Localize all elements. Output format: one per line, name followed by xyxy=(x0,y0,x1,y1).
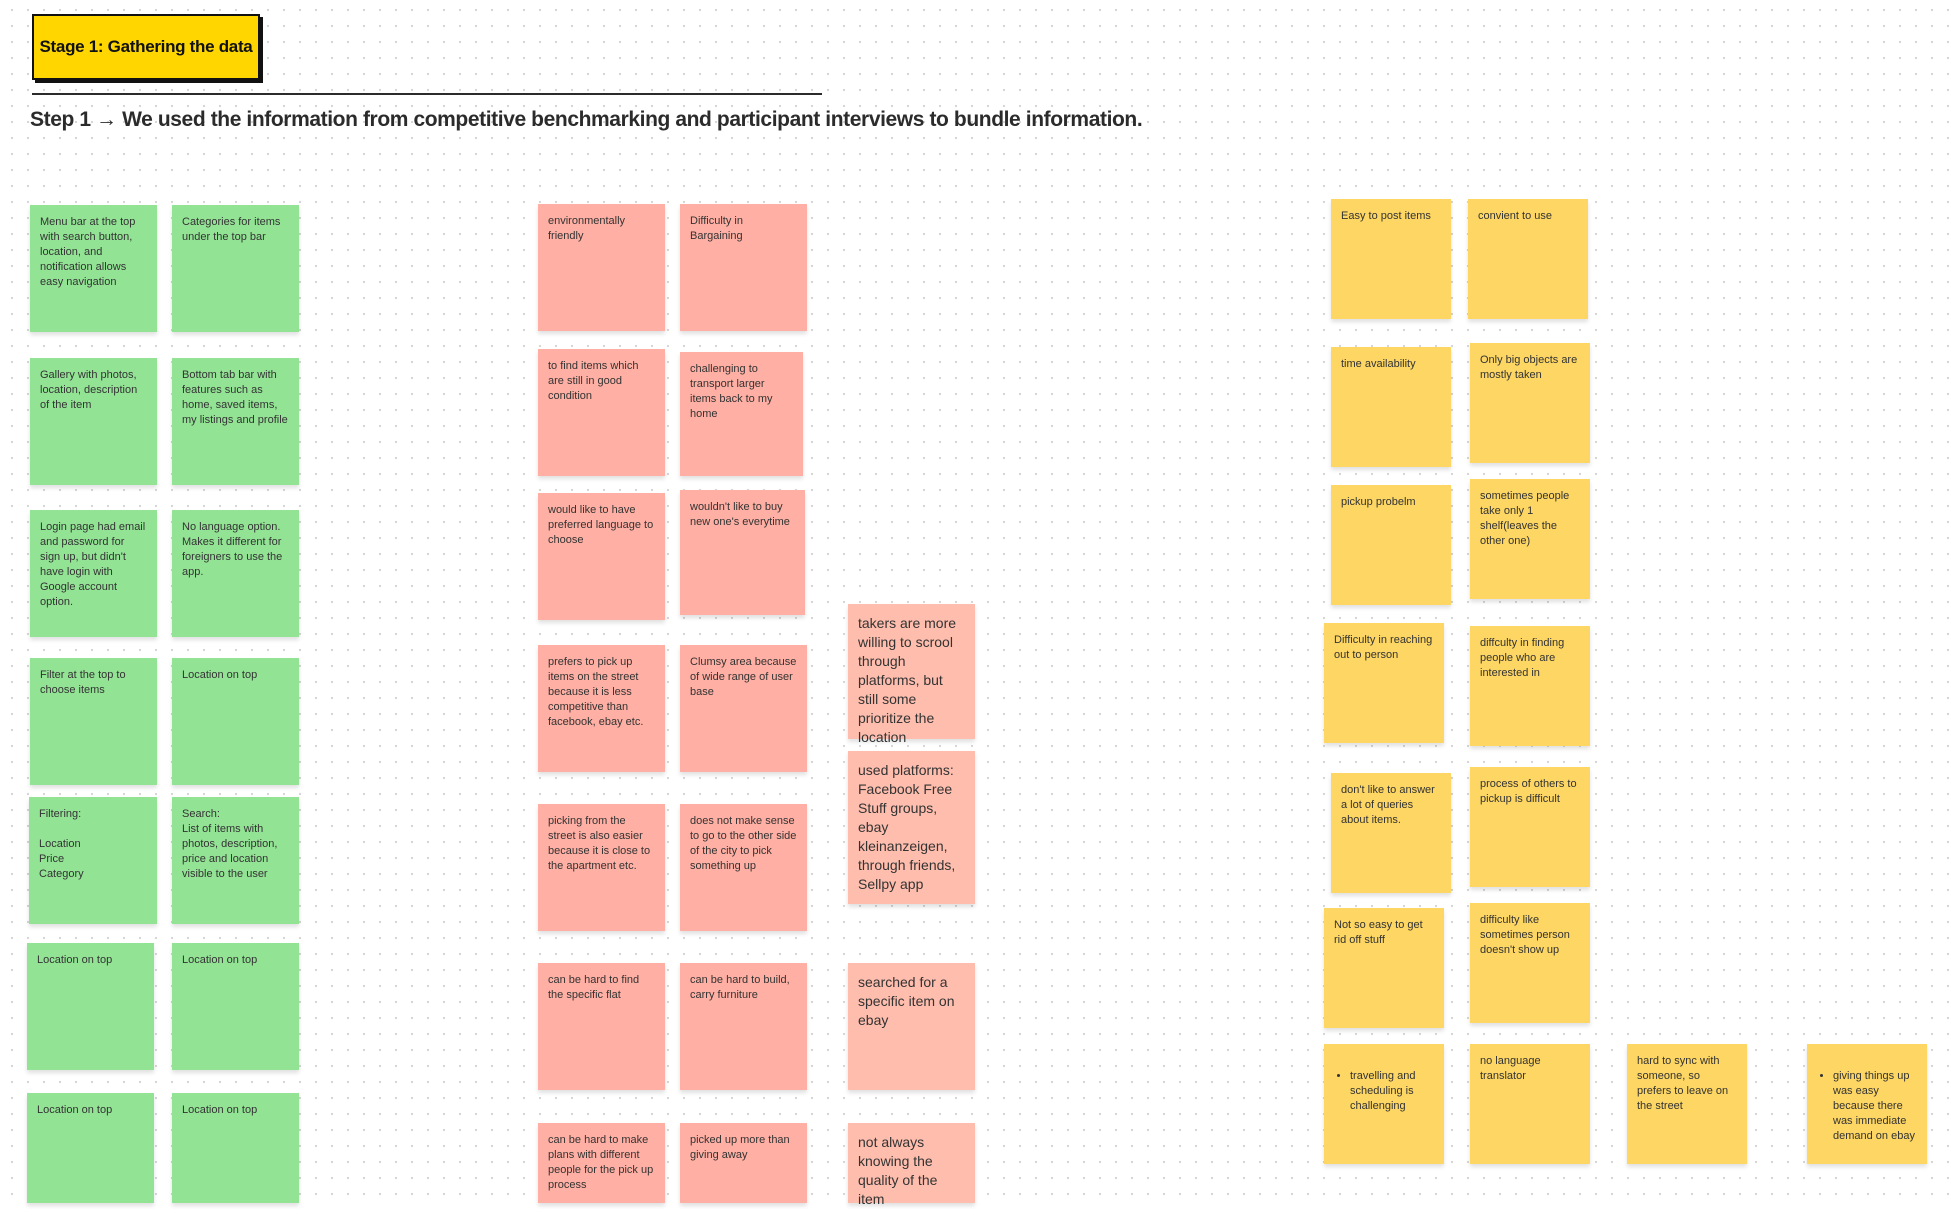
sticky-note-red[interactable]: can be hard to make plans with different… xyxy=(538,1123,665,1203)
sticky-note-yellow[interactable]: Not so easy to get rid off stuff xyxy=(1324,908,1444,1028)
sticky-note-green[interactable]: Search: List of items with photos, descr… xyxy=(172,797,299,924)
sticky-note-red[interactable]: Clumsy area because of wide range of use… xyxy=(680,645,807,772)
step-heading: Step 1 → We used the information from co… xyxy=(30,108,1143,131)
sticky-note-red[interactable]: prefers to pick up items on the street b… xyxy=(538,645,665,772)
sticky-note-yellow[interactable]: Only big objects are mostly taken xyxy=(1470,343,1590,463)
bullet-list: travelling and scheduling is challenging xyxy=(1334,1069,1434,1114)
bullet-list: giving things up was easy because there … xyxy=(1817,1069,1917,1144)
sticky-note-yellow[interactable]: no language translator xyxy=(1470,1044,1590,1164)
sticky-note-yellow[interactable]: don't like to answer a lot of queries ab… xyxy=(1331,773,1451,893)
sticky-note-red[interactable]: wouldn't like to buy new one's everytime xyxy=(680,490,805,615)
sticky-note-yellow[interactable]: travelling and scheduling is challenging xyxy=(1324,1044,1444,1164)
sticky-note-salmon[interactable]: not always knowing the quality of the it… xyxy=(848,1123,975,1207)
stage-title: Stage 1: Gathering the data xyxy=(39,37,253,56)
bullet-item: giving things up was easy because there … xyxy=(1833,1069,1917,1144)
sticky-note-red[interactable]: challenging to transport larger items ba… xyxy=(680,352,803,476)
sticky-note-red[interactable]: environmentally friendly xyxy=(538,204,665,331)
sticky-note-green[interactable]: Location on top xyxy=(27,943,154,1070)
sticky-note-yellow[interactable]: Easy to post items xyxy=(1331,199,1451,319)
divider-line xyxy=(32,93,822,95)
sticky-note-red[interactable]: Difficulty in Bargaining xyxy=(680,204,807,331)
sticky-note-green[interactable]: Filter at the top to choose items xyxy=(30,658,157,785)
sticky-note-salmon[interactable]: used platforms: Facebook Free Stuff grou… xyxy=(848,751,975,904)
sticky-note-red[interactable]: picking from the street is also easier b… xyxy=(538,804,665,931)
stage-title-box[interactable]: Stage 1: Gathering the data xyxy=(32,14,260,80)
sticky-note-yellow[interactable]: pickup probelm xyxy=(1331,485,1451,605)
sticky-note-green[interactable]: Login page had email and password for si… xyxy=(30,510,157,637)
sticky-note-red[interactable]: can be hard to build, carry furniture xyxy=(680,963,807,1090)
sticky-note-red[interactable]: would like to have preferred language to… xyxy=(538,493,665,620)
sticky-note-green[interactable]: Location on top xyxy=(172,1093,299,1203)
sticky-note-salmon[interactable]: takers are more willing to scrool throug… xyxy=(848,604,975,745)
sticky-note-green[interactable]: Location on top xyxy=(172,658,299,785)
sticky-note-green[interactable]: Categories for items under the top bar xyxy=(172,205,299,332)
sticky-note-salmon[interactable]: searched for a specific item on ebay xyxy=(848,963,975,1090)
sticky-note-red[interactable]: does not make sense to go to the other s… xyxy=(680,804,807,931)
sticky-note-green[interactable]: Location on top xyxy=(172,943,299,1070)
sticky-note-yellow[interactable]: hard to sync with someone, so prefers to… xyxy=(1627,1044,1747,1164)
sticky-note-green[interactable]: Filtering: Location Price Category xyxy=(29,797,157,924)
sticky-note-yellow[interactable]: time availability xyxy=(1331,347,1451,467)
sticky-note-red[interactable]: can be hard to find the specific flat xyxy=(538,963,665,1090)
sticky-note-yellow[interactable]: diffculty in finding people who are inte… xyxy=(1470,626,1590,746)
sticky-note-red[interactable]: picked up more than giving away xyxy=(680,1123,807,1203)
sticky-note-red[interactable]: to find items which are still in good co… xyxy=(538,349,665,476)
sticky-note-yellow[interactable]: process of others to pickup is difficult xyxy=(1470,767,1590,887)
sticky-note-green[interactable]: Bottom tab bar with features such as hom… xyxy=(172,358,299,485)
sticky-note-yellow[interactable]: giving things up was easy because there … xyxy=(1807,1044,1927,1164)
bullet-item: travelling and scheduling is challenging xyxy=(1350,1069,1434,1114)
sticky-note-yellow[interactable]: difficulty like sometimes person doesn't… xyxy=(1470,903,1590,1023)
sticky-note-yellow[interactable]: convient to use xyxy=(1468,199,1588,319)
sticky-note-green[interactable]: No language option. Makes it different f… xyxy=(172,510,299,637)
sticky-note-green[interactable]: Menu bar at the top with search button, … xyxy=(30,205,157,332)
sticky-note-green[interactable]: Gallery with photos, location, descripti… xyxy=(30,358,157,485)
sticky-note-yellow[interactable]: Difficulty in reaching out to person xyxy=(1324,623,1444,743)
sticky-note-green[interactable]: Location on top xyxy=(27,1093,154,1203)
sticky-note-yellow[interactable]: sometimes people take only 1 shelf(leave… xyxy=(1470,479,1590,599)
